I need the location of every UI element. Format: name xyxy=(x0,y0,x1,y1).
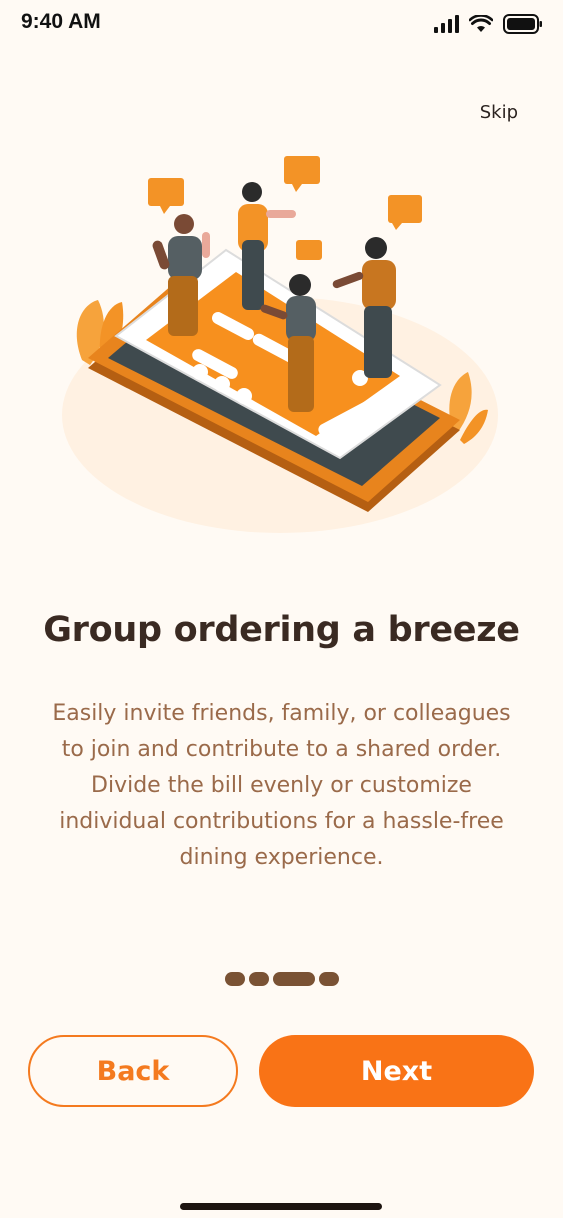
status-icons xyxy=(434,14,543,34)
battery-icon xyxy=(503,14,542,34)
skip-button[interactable]: Skip xyxy=(480,102,518,123)
page-dot-active[interactable] xyxy=(272,972,315,986)
group-ordering-illustration xyxy=(62,156,498,533)
description-line: Divide the bill evenly or customize xyxy=(91,773,472,798)
back-button[interactable]: Back xyxy=(28,1035,238,1107)
description-line: dining experience. xyxy=(179,845,384,870)
status-bar: 9:40 AM xyxy=(0,0,563,50)
page-dot[interactable] xyxy=(224,972,245,986)
next-button[interactable]: Next xyxy=(259,1035,534,1107)
status-time: 9:40 AM xyxy=(21,10,101,33)
page-dot[interactable] xyxy=(318,972,339,986)
page-indicator xyxy=(0,972,563,986)
description-line: Easily invite friends, family, or collea… xyxy=(52,701,511,726)
description-line: to join and contribute to a shared order… xyxy=(61,737,502,762)
page-dot[interactable] xyxy=(248,972,269,986)
onboarding-description: Easily invite friends, family, or collea… xyxy=(25,696,538,876)
signal-icon xyxy=(434,15,459,33)
home-indicator xyxy=(180,1203,382,1210)
description-line: individual contributions for a hassle-fr… xyxy=(59,809,504,834)
onboarding-title: Group ordering a breeze xyxy=(43,610,520,650)
wifi-icon xyxy=(469,15,493,32)
